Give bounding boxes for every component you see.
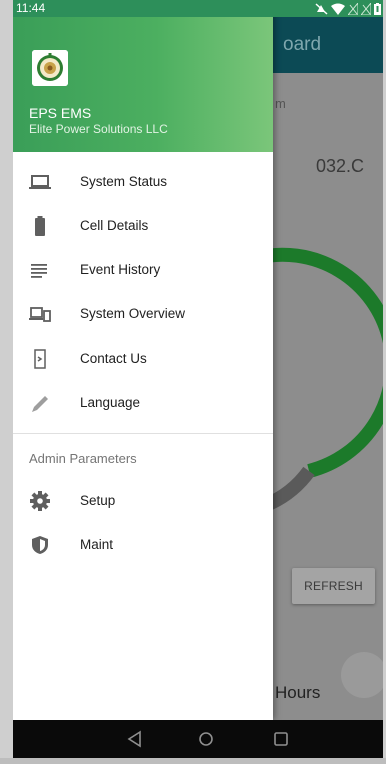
notifications-off-icon [315,2,328,15]
menu-label: Maint [80,537,114,552]
menu-item-language[interactable]: Language [13,381,273,425]
menu-item-maint[interactable]: Maint [13,523,273,567]
menu-label: Contact Us [80,351,147,366]
menu-item-setup[interactable]: Setup [13,479,273,523]
floating-action-button[interactable] [341,652,383,698]
devices-icon [29,307,51,322]
menu-item-system-overview[interactable]: System Overview [13,292,273,336]
hours-label: Hours [275,683,321,702]
menu-label: System Status [80,174,168,189]
pen-icon [32,396,48,412]
admin-section-label: Admin Parameters [29,451,137,466]
list-icon [31,264,47,278]
wifi-icon [331,3,345,15]
laptop-icon [29,175,51,189]
status-time: 11:44 [16,1,46,15]
menu-item-cell-details[interactable]: Cell Details [13,204,273,248]
shield-icon [32,536,48,554]
phone-screen: oard m 032.C REFRESH Hours EPS EMS Elite… [13,0,383,758]
drawer-app-name: EPS EMS [29,105,92,121]
menu-item-contact-us[interactable]: Contact Us [13,337,273,381]
device-bezel-left [0,0,13,764]
menu-label: System Overview [80,306,186,321]
menu-label: Setup [80,493,116,508]
battery-status-icon [374,2,381,15]
home-icon[interactable] [196,729,216,749]
gauge-arc-charged [254,247,383,478]
eps-logo-icon [32,50,68,86]
refresh-button[interactable]: REFRESH [292,568,375,604]
drawer-company: Elite Power Solutions LLC [29,122,168,136]
menu-label: Cell Details [80,218,149,233]
device-bezel-bottom [0,758,386,764]
recents-icon[interactable] [271,729,291,749]
app-logo [32,50,68,86]
gear-icon [30,491,50,511]
android-navigation-bar [13,720,383,758]
signal-off-icon [361,2,371,15]
navigation-drawer: EPS EMS Elite Power Solutions LLC System… [13,0,273,720]
drawer-header: EPS EMS Elite Power Solutions LLC [13,17,273,152]
menu-label: Language [80,395,141,410]
back-icon[interactable] [125,729,145,749]
status-icons [315,2,381,15]
menu-divider [13,433,273,434]
contact-icon [34,349,46,369]
menu-label: Event History [80,262,161,277]
battery-icon [35,216,45,236]
menu-item-system-status[interactable]: System Status [13,160,273,204]
signal-off-icon [348,2,358,15]
status-bar: 11:44 [13,0,383,17]
menu-item-event-history[interactable]: Event History [13,248,273,292]
